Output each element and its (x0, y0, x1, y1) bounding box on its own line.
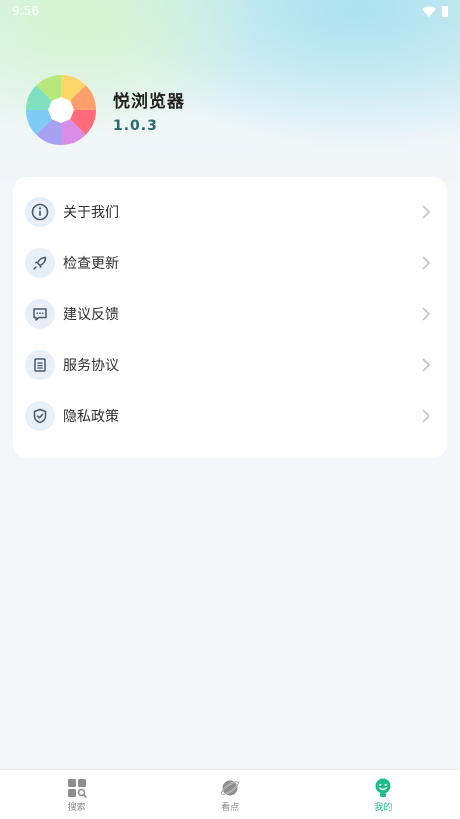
chevron-right-icon (422, 255, 431, 270)
menu-item-feedback[interactable]: 建议反馈 (13, 288, 447, 339)
tab-label: 我的 (374, 803, 393, 813)
menu-item-label: 隐私政策 (63, 408, 119, 425)
menu-item-label: 检查更新 (63, 255, 119, 272)
tab-highlights[interactable]: 看点 (153, 770, 306, 819)
app-name: 悦浏览器 (113, 91, 185, 112)
app-logo-icon (26, 75, 96, 145)
chevron-right-icon (422, 408, 431, 423)
chevron-right-icon (422, 306, 431, 321)
rocket-icon (25, 247, 55, 278)
tab-label: 搜索 (67, 803, 86, 813)
status-bar: 9:56 (0, 0, 460, 22)
menu-item-check-update[interactable]: 检查更新 (13, 237, 447, 288)
search-grid-icon (67, 779, 87, 798)
status-time: 9:56 (12, 4, 39, 18)
menu-item-about[interactable]: 关于我们 (13, 186, 447, 237)
chevron-right-icon (422, 204, 431, 219)
menu-item-label: 服务协议 (63, 357, 119, 374)
info-icon (25, 196, 55, 227)
bottom-tab-bar: 搜索 看点 我的 (0, 769, 460, 819)
document-icon (25, 349, 55, 380)
shield-icon (25, 400, 55, 431)
tab-label: 看点 (220, 803, 239, 813)
battery-icon (442, 5, 448, 17)
app-version: 1.0.3 (113, 117, 158, 134)
tab-search[interactable]: 搜索 (0, 770, 153, 819)
wifi-icon (422, 6, 436, 17)
menu-item-service-agreement[interactable]: 服务协议 (13, 339, 447, 390)
chevron-right-icon (422, 357, 431, 372)
menu-item-privacy-policy[interactable]: 隐私政策 (13, 390, 447, 441)
settings-menu: 关于我们 检查更新 建议反馈 服务协议 隐私政策 (13, 177, 447, 458)
planet-icon (220, 780, 240, 796)
tab-mine[interactable]: 我的 (307, 770, 460, 819)
feedback-icon (25, 298, 55, 329)
profile-header: 悦浏览器 1.0.3 (26, 75, 185, 145)
status-icons (422, 5, 448, 17)
menu-item-label: 建议反馈 (63, 306, 119, 323)
profile-icon (375, 778, 391, 797)
menu-item-label: 关于我们 (63, 204, 119, 221)
